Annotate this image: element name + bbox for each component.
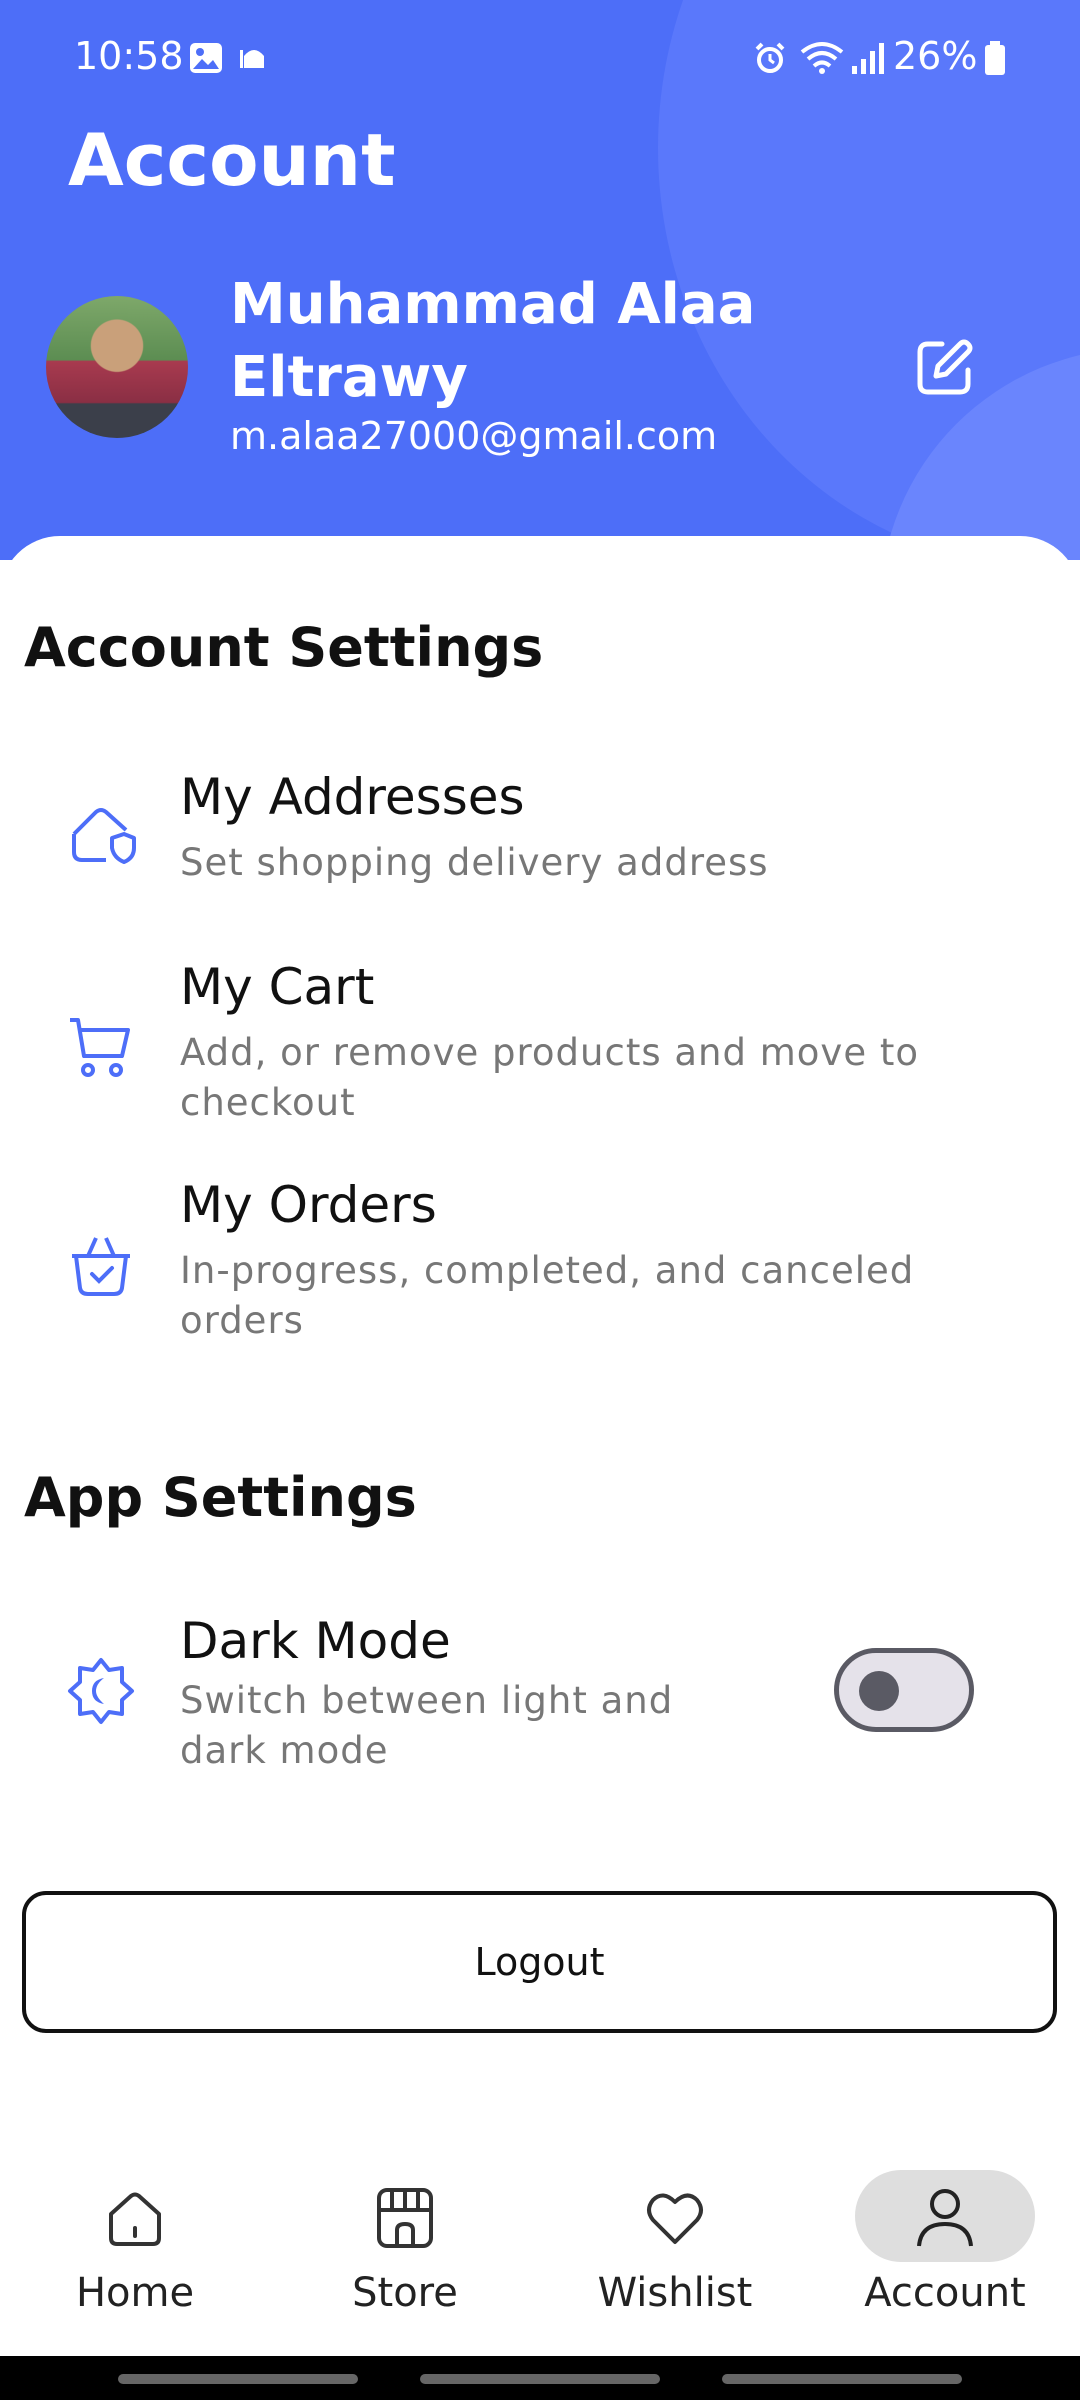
gesture-handle	[722, 2374, 962, 2384]
settings-item-title: My Addresses	[180, 768, 525, 826]
nav-label: Wishlist	[597, 2270, 753, 2316]
nav-item-wishlist[interactable]: Wishlist	[575, 2140, 775, 2340]
status-bar: 10:58 26%	[0, 0, 1080, 120]
sun-moon-icon	[68, 1658, 134, 1724]
avatar	[46, 296, 188, 438]
logout-button[interactable]: Logout	[22, 1891, 1057, 2033]
page-title: Account	[68, 118, 396, 202]
toggle-knob	[859, 1671, 899, 1711]
nav-item-home[interactable]: Home	[35, 2140, 235, 2340]
nav-label: Store	[352, 2270, 458, 2316]
app-settings-title: App Settings	[24, 1466, 417, 1529]
edit-profile-icon[interactable]	[912, 336, 976, 400]
settings-item-subtitle: Add, or remove products and move to chec…	[180, 1031, 919, 1124]
home-shield-icon	[72, 808, 136, 864]
store-icon	[377, 2188, 433, 2248]
nav-item-account[interactable]: Account	[845, 2140, 1045, 2340]
account-settings-title: Account Settings	[24, 616, 544, 679]
status-time: 10:58	[74, 34, 184, 78]
settings-item-subtitle: In-progress, completed, and canceled ord…	[180, 1249, 915, 1342]
account-header: 10:58 26% Account Muhammad Alaa Eltrawy …	[0, 0, 1080, 560]
gallery-icon	[190, 43, 222, 73]
cart-icon	[70, 1018, 130, 1077]
signal-icon	[852, 43, 884, 74]
home-icon	[109, 2192, 161, 2246]
battery-icon	[985, 41, 1005, 75]
nav-item-store[interactable]: Store	[305, 2140, 505, 2340]
nav-label: Account	[864, 2270, 1026, 2316]
alarm-icon	[755, 42, 785, 73]
settings-item-title: Dark Mode	[180, 1612, 451, 1670]
settings-item-subtitle: Set shopping delivery address	[180, 841, 769, 884]
bottom-navigation: Home Store Wishlist Account	[0, 2140, 1080, 2356]
settings-item-title: My Orders	[180, 1176, 437, 1234]
wifi-icon	[800, 42, 844, 74]
gesture-handle	[420, 2374, 660, 2384]
dark-mode-toggle[interactable]	[834, 1648, 974, 1732]
user-email: m.alaa27000@gmail.com	[230, 414, 718, 458]
settings-item-subtitle: Switch between light and dark mode	[180, 1679, 674, 1772]
content-sheet	[0, 536, 1080, 2336]
user-icon	[917, 2189, 973, 2247]
nav-label: Home	[75, 2270, 195, 2316]
mosque-icon	[240, 50, 264, 68]
settings-item-title: My Cart	[180, 958, 375, 1016]
gesture-handle	[118, 2374, 358, 2384]
gesture-bar	[0, 2356, 1080, 2400]
user-name: Muhammad Alaa Eltrawy	[230, 272, 756, 410]
heart-icon	[647, 2193, 703, 2244]
basket-check-icon	[72, 1237, 130, 1296]
battery-percentage: 26%	[893, 34, 978, 78]
